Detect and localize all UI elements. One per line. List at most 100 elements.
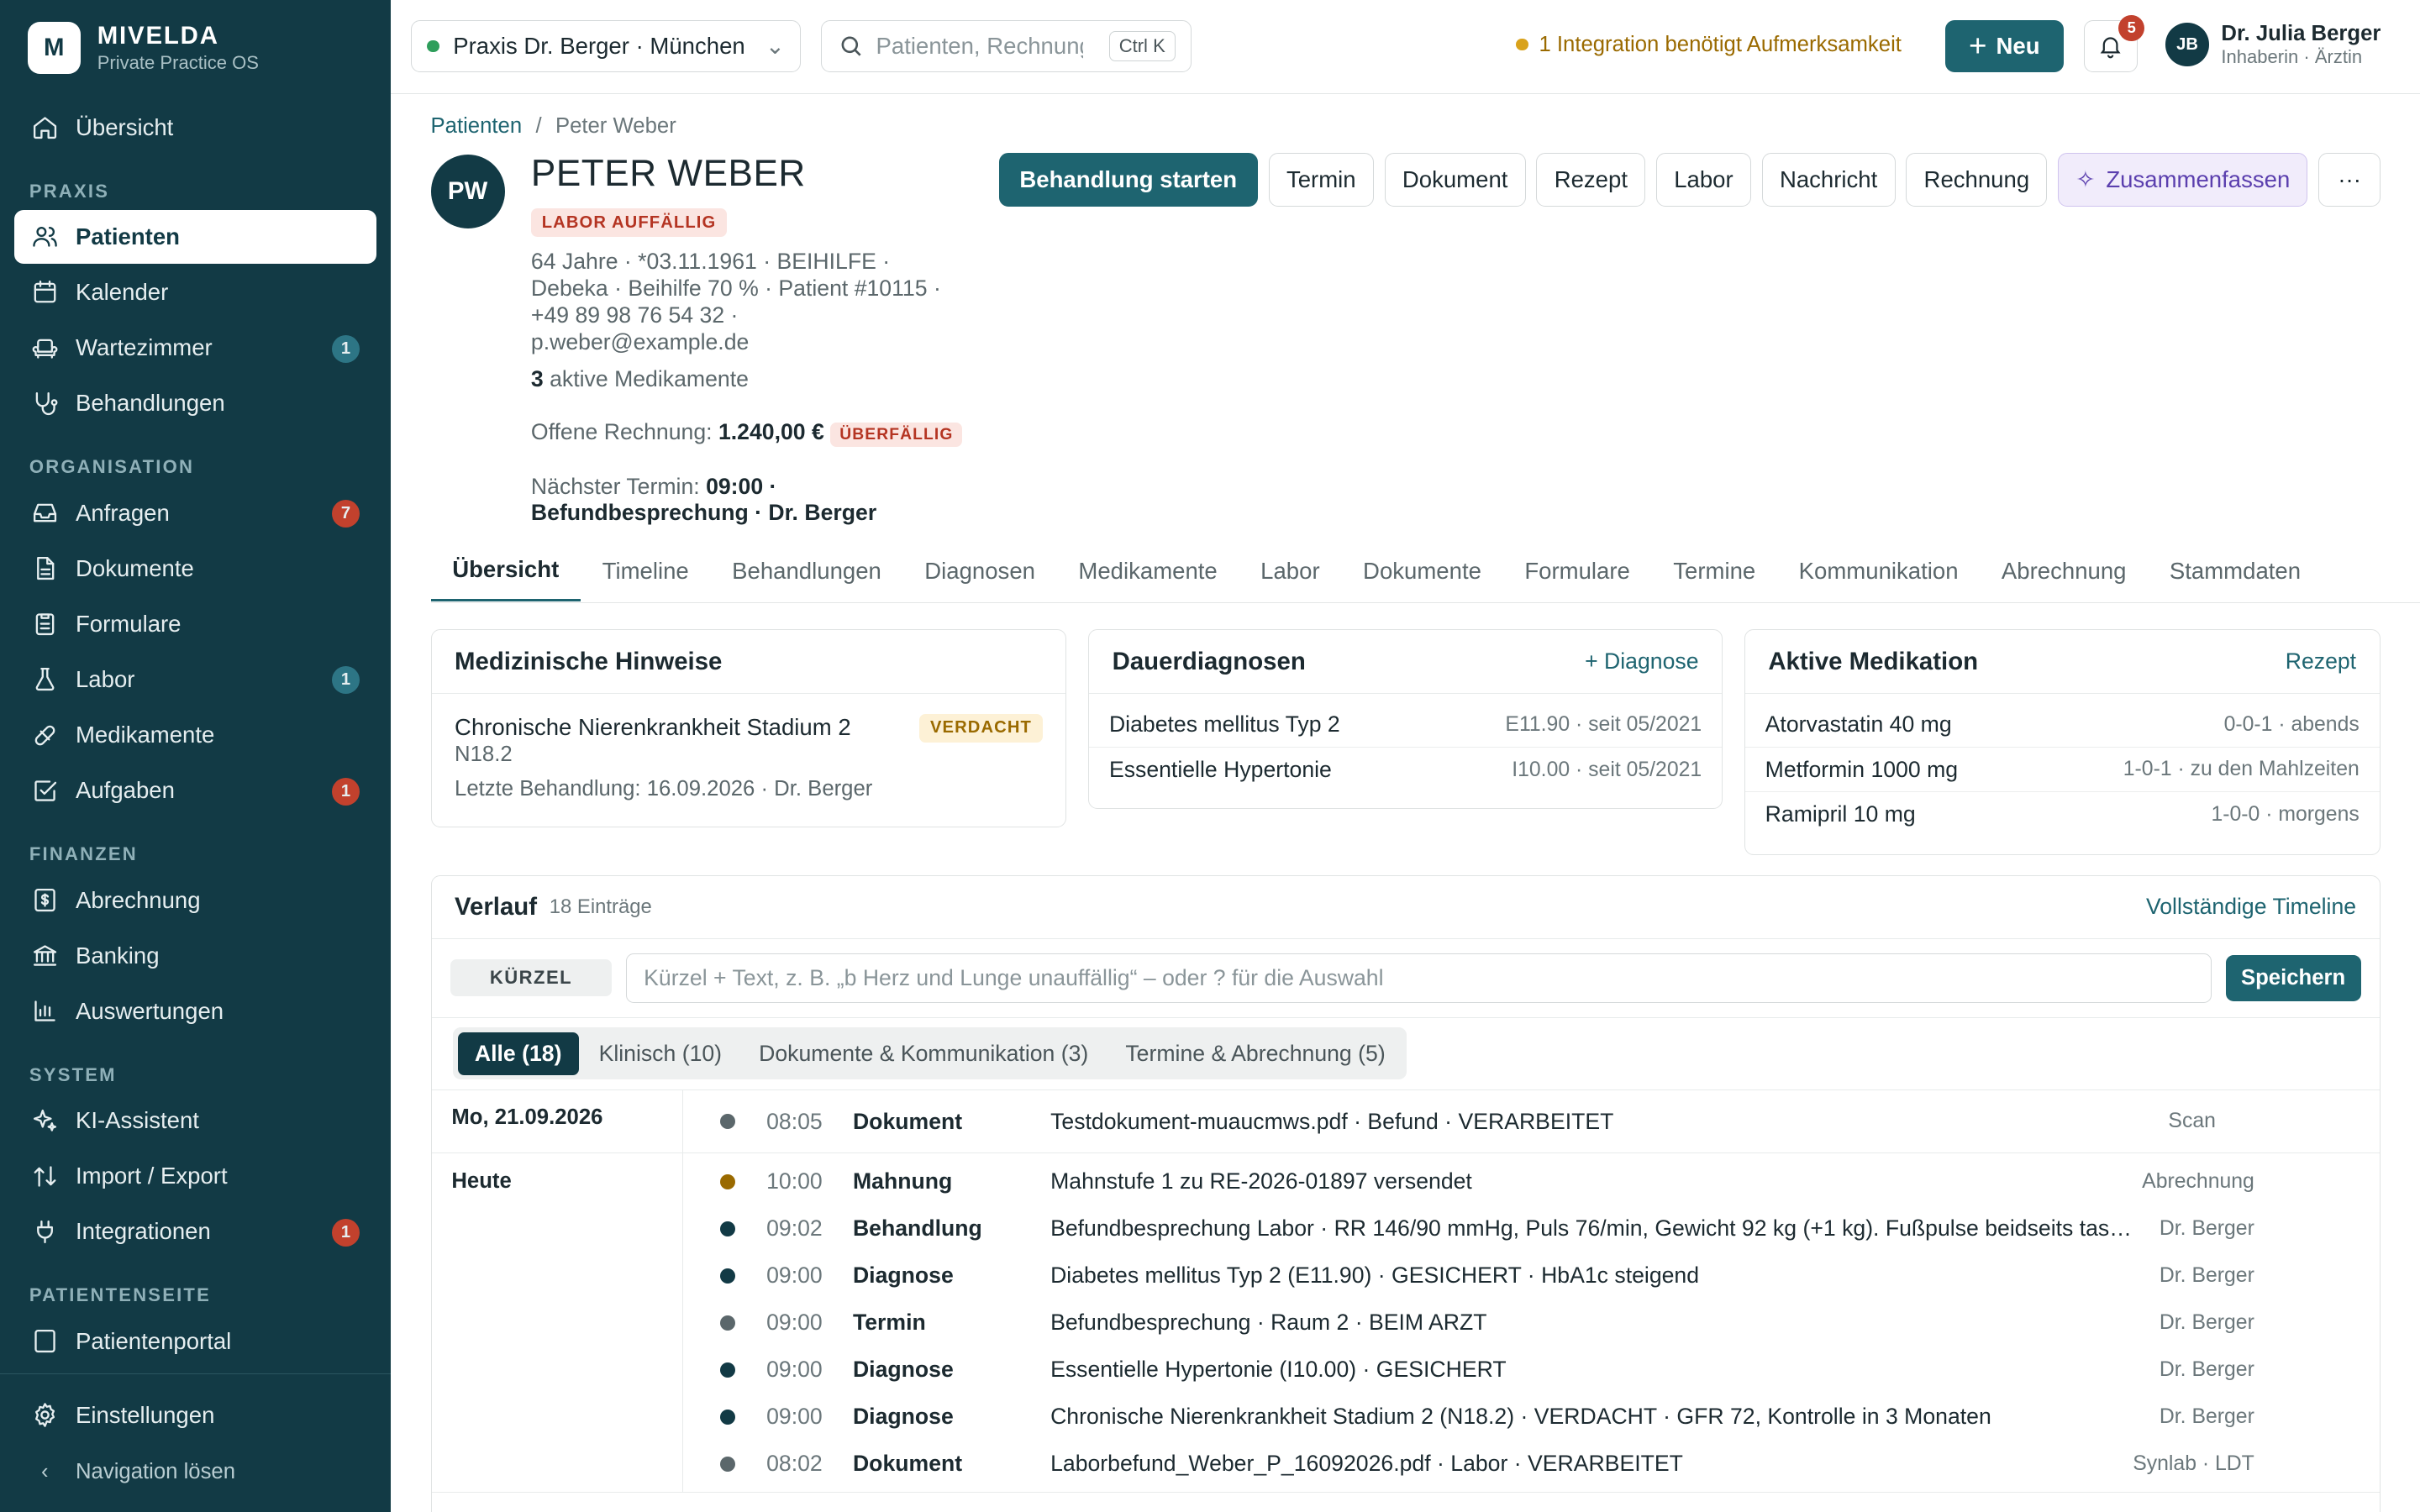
new-button[interactable]: + Neu (1944, 19, 2065, 73)
tab-formulare[interactable]: Formulare (1503, 540, 1652, 601)
list-item[interactable]: Atorvastatin 40 mg 0-0-1 · abends (1744, 703, 2380, 748)
sidebar-item-label: Übersicht (75, 113, 174, 140)
sidebar-item-banking[interactable]: Banking (14, 929, 377, 983)
sidebar-item-kalender[interactable]: Kalender (14, 265, 377, 319)
sidebar-item-overview[interactable]: Übersicht (14, 100, 377, 154)
prescription-link[interactable]: Rezept (2286, 648, 2356, 675)
card-title: Dauerdiagnosen (1112, 647, 1306, 675)
sidebar-item-import-export[interactable]: Import / Export (14, 1149, 377, 1203)
sidebar-item-behandlungen[interactable]: Behandlungen (14, 376, 377, 430)
section-finanzen: FINANZEN (29, 843, 138, 865)
timeline-event[interactable]: 09:00 Diagnose Essentielle Hypertonie (I10… (683, 1347, 2380, 1394)
message-button[interactable]: Nachricht (1761, 152, 1896, 207)
invoice-button[interactable]: Rechnung (1906, 152, 2048, 207)
bank-icon (29, 940, 60, 971)
medical-note[interactable]: Chronische Nierenkrankheit Stadium 2 N18… (432, 694, 1066, 802)
patient-email[interactable]: p.weber@example.de (531, 328, 979, 355)
user-menu[interactable]: JB Dr. Julia Berger Inhaberin · Ärztin (2165, 22, 2381, 68)
history-day: Heute 10:00 Mahnung Mahnstufe 1 zu RE-2026-… (431, 1153, 2380, 1494)
sidebar-item-einstellungen[interactable]: Einstellungen (14, 1388, 377, 1441)
sidebar-item-label: Auswertungen (75, 997, 224, 1024)
sidebar-item-ki-assistent[interactable]: KI-Assistent (14, 1094, 377, 1147)
list-item[interactable]: Ramipril 10 mg 1-0-0 · morgens (1745, 792, 2380, 837)
timeline-event[interactable]: 08:02 Dokument Laborbefund_Weber_P_1609202… (683, 1441, 2380, 1488)
sidebar-item-labor[interactable]: Labor 1 (14, 653, 377, 706)
global-search[interactable]: Ctrl K (821, 19, 1192, 73)
event-source: Dr. Berger (2159, 1357, 2254, 1381)
tab-uebersicht[interactable]: Übersicht (430, 540, 581, 602)
notifications-button[interactable]: 5 (2083, 14, 2145, 73)
medication-name: Atorvastatin (1765, 711, 1884, 738)
patient-phone[interactable]: +49 89 98 76 54 32 · (531, 302, 979, 328)
tab-stammdaten[interactable]: Stammdaten (2148, 540, 2323, 601)
home-icon (29, 112, 60, 143)
quick-entry-input[interactable] (625, 953, 2212, 1003)
timeline-event[interactable]: 09:00 Diagnose Chronische Nierenkrankheit … (683, 1394, 2380, 1441)
patient-name: PETER WEBER (530, 152, 806, 194)
timeline-event[interactable]: 09:00 Termin Befundbesprechung · Raum 2 · … (683, 1299, 2380, 1347)
card-title: Aktive Medikation (1768, 647, 1979, 675)
sidebar-item-dokumente[interactable]: Dokumente (14, 542, 377, 596)
timeline-event[interactable]: 10:00 Mahnung Mahnstufe 1 zu RE-2026-01897… (683, 1158, 2380, 1205)
sidebar-item-patientenportal[interactable]: Patientenportal (14, 1315, 377, 1368)
sidebar-item-wartezimmer[interactable]: Wartezimmer 1 (14, 321, 377, 375)
search-input[interactable] (876, 33, 1083, 60)
count-badge: 1 (331, 777, 360, 806)
add-diagnosis-link[interactable]: + Diagnose (1585, 648, 1698, 675)
shortcut-button[interactable]: KÜRZEL (450, 959, 613, 997)
start-treatment-button[interactable]: Behandlung starten (998, 152, 1258, 207)
medication-list: Atorvastatin 40 mg 0-0-1 · abends Metform… (1744, 694, 2380, 847)
tab-kommunikation[interactable]: Kommunikation (1777, 540, 1980, 601)
sidebar-item-patienten[interactable]: Patienten (13, 209, 377, 265)
navigation-collapse-button[interactable]: ‹ Navigation lösen (14, 1445, 377, 1499)
filter-all[interactable]: Alle (18) (457, 1032, 579, 1075)
tab-medikamente[interactable]: Medikamente (1057, 540, 1239, 601)
filter-documents[interactable]: Dokumente & Kommunikation (3) (742, 1032, 1106, 1075)
appointment-button[interactable]: Termin (1268, 152, 1374, 207)
save-button[interactable]: Speichern (2225, 954, 2361, 1001)
more-button[interactable]: ··· (2318, 152, 2381, 207)
tab-termine[interactable]: Termine (1652, 540, 1777, 601)
event-dot (720, 1221, 736, 1236)
brand[interactable]: M MIVELDA Private Practice OS (0, 0, 391, 75)
event-time: 09:02 (766, 1215, 823, 1242)
event-source: Dr. Berger (2159, 1216, 2254, 1240)
prescription-button[interactable]: Rezept (1536, 152, 1646, 207)
sidebar-item-medikamente[interactable]: Medikamente (14, 708, 377, 762)
sidebar-item-auswertungen[interactable]: Auswertungen (14, 984, 377, 1038)
sidebar-item-integrationen[interactable]: Integrationen 1 (14, 1205, 377, 1258)
tab-labor[interactable]: Labor (1239, 540, 1341, 601)
sidebar-item-label: Patientenportal (75, 1327, 232, 1354)
summarize-button[interactable]: ✧ Zusammenfassen (2058, 152, 2308, 207)
sidebar-item-anfragen[interactable]: Anfragen 7 (14, 486, 377, 540)
document-button[interactable]: Dokument (1384, 152, 1526, 207)
medication-dose: 1000 mg (1870, 756, 1959, 782)
list-item[interactable]: Diabetes mellitus Typ 2 E11.90 · seit 05/… (1089, 703, 1723, 748)
list-item[interactable]: Essentielle Hypertonie I10.00 · seit 05/2… (1089, 748, 1722, 792)
sidebar-item-formulare[interactable]: Formulare (14, 597, 377, 651)
integration-warning[interactable]: 1 Integration benötigt Aufmerksamkeit (1515, 32, 1902, 57)
tab-timeline[interactable]: Timeline (581, 540, 710, 601)
tab-abrechnung[interactable]: Abrechnung (1980, 540, 2148, 601)
quick-entry: KÜRZEL Speichern (431, 939, 2380, 1018)
tab-behandlungen[interactable]: Behandlungen (710, 540, 902, 601)
breadcrumb-patienten[interactable]: Patienten (431, 114, 523, 138)
overdue-badge: ÜBERFÄLLIG (830, 422, 963, 448)
event-text: Laborbefund_Weber_P_16092026.pdf · Labor… (1050, 1451, 1683, 1477)
sidebar-item-aufgaben[interactable]: Aufgaben 1 (14, 764, 377, 817)
event-source: Dr. Berger (2159, 1404, 2254, 1428)
sidebar-item-abrechnung[interactable]: Abrechnung (14, 873, 377, 927)
tab-diagnosen[interactable]: Diagnosen (903, 540, 1057, 601)
medication-plan: 1-0-0 · morgens (2211, 802, 2360, 826)
filter-appointments[interactable]: Termine & Abrechnung (5) (1108, 1032, 1402, 1075)
tab-dokumente[interactable]: Dokumente (1341, 540, 1502, 601)
full-timeline-link[interactable]: Vollständige Timeline (2146, 894, 2356, 920)
list-item[interactable]: Metformin 1000 mg 1-0-1 · zu den Mahlzeit… (1744, 748, 2380, 793)
timeline-event[interactable]: 09:00 Diagnose Diabetes mellitus Typ 2 (E1… (683, 1252, 2380, 1299)
practice-selector[interactable]: Praxis Dr. Berger · München ⌄ (410, 19, 802, 73)
lab-button[interactable]: Labor (1656, 152, 1751, 207)
timeline-event[interactable]: 09:02 Behandlung Befundbesprechung Labor ·… (683, 1205, 2380, 1252)
filter-clinical[interactable]: Klinisch (10) (581, 1032, 739, 1075)
integration-warning-text: 1 Integration benötigt Aufmerksamkeit (1539, 32, 1902, 56)
timeline-event[interactable]: 08:05 Dokument Testdokument-muaucmws.pdf ·… (683, 1098, 2380, 1145)
